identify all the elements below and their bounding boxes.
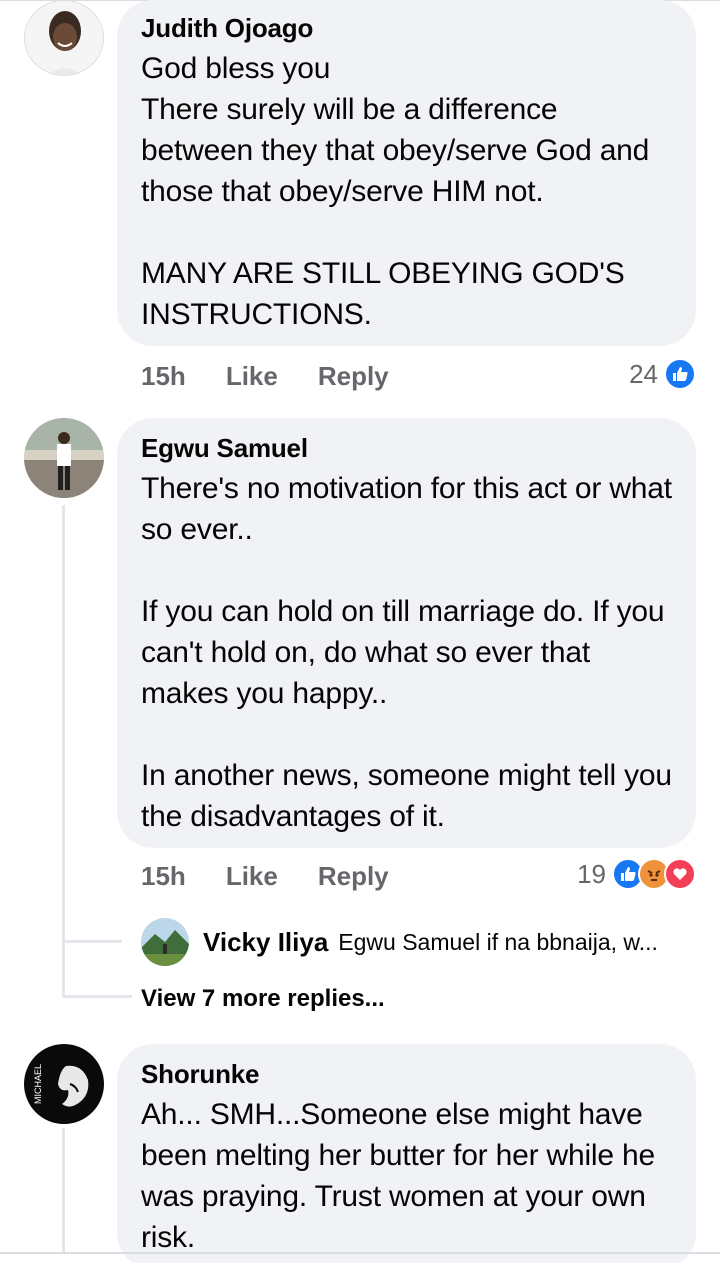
comment-author[interactable]: Egwu Samuel	[141, 432, 672, 464]
thread-line	[62, 505, 65, 995]
reply-text: Egwu Samuel if na bbnaija, w...	[338, 928, 658, 955]
comment-author[interactable]: Shorunke	[141, 1058, 672, 1090]
avatar-egwu[interactable]	[24, 418, 104, 498]
reactions-1[interactable]: 24	[629, 358, 696, 390]
comment-bubble-3: Shorunke Ah... SMH...Someone else might …	[117, 1044, 696, 1263]
like-icon	[664, 358, 696, 390]
avatar-egwu-image	[24, 418, 104, 498]
view-more-replies-link[interactable]: View 7 more replies...	[141, 985, 385, 1013]
like-button[interactable]: Like	[226, 861, 278, 892]
avatar-shorunke-text: MICHAEL	[33, 1064, 43, 1104]
thread-line	[62, 1128, 65, 1252]
thread-branch-1	[62, 940, 122, 943]
reaction-count: 24	[629, 358, 658, 389]
comment-actions-1: 15h Like Reply	[141, 361, 389, 392]
thread-branch-2	[62, 995, 132, 998]
like-button[interactable]: Like	[226, 361, 278, 392]
avatar-vicky-image	[141, 918, 189, 966]
avatar-judith[interactable]	[24, 0, 104, 76]
comment-time[interactable]: 15h	[141, 861, 186, 892]
comment-time[interactable]: 15h	[141, 361, 186, 392]
reply-button[interactable]: Reply	[318, 361, 389, 392]
reply-author[interactable]: Vicky Iliya	[203, 927, 328, 958]
comment-bubble-2: Egwu Samuel There's no motivation for th…	[117, 418, 696, 848]
comment-text: There's no motivation for this act or wh…	[141, 472, 672, 833]
bottom-divider	[0, 1252, 720, 1254]
reply-button[interactable]: Reply	[318, 861, 389, 892]
reactions-2[interactable]: 19	[577, 858, 696, 890]
reply-preview[interactable]: Vicky Iliya Egwu Samuel if na bbnaija, w…	[141, 918, 701, 966]
comment-text: God bless you There surely will be a dif…	[141, 52, 650, 331]
comment-actions-2: 15h Like Reply	[141, 861, 389, 892]
comment-text: Ah... SMH...Someone else might have been…	[141, 1098, 655, 1254]
comment-author[interactable]: Judith Ojoago	[141, 12, 672, 44]
love-icon	[664, 858, 696, 890]
avatar-judith-image	[25, 1, 103, 75]
comment-bubble-1: Judith Ojoago God bless you There surely…	[117, 0, 696, 346]
avatar-shorunke[interactable]: MICHAEL	[24, 1044, 104, 1124]
reaction-count: 19	[577, 858, 606, 889]
avatar-vicky[interactable]	[141, 918, 189, 966]
avatar-shorunke-image: MICHAEL	[24, 1044, 104, 1124]
